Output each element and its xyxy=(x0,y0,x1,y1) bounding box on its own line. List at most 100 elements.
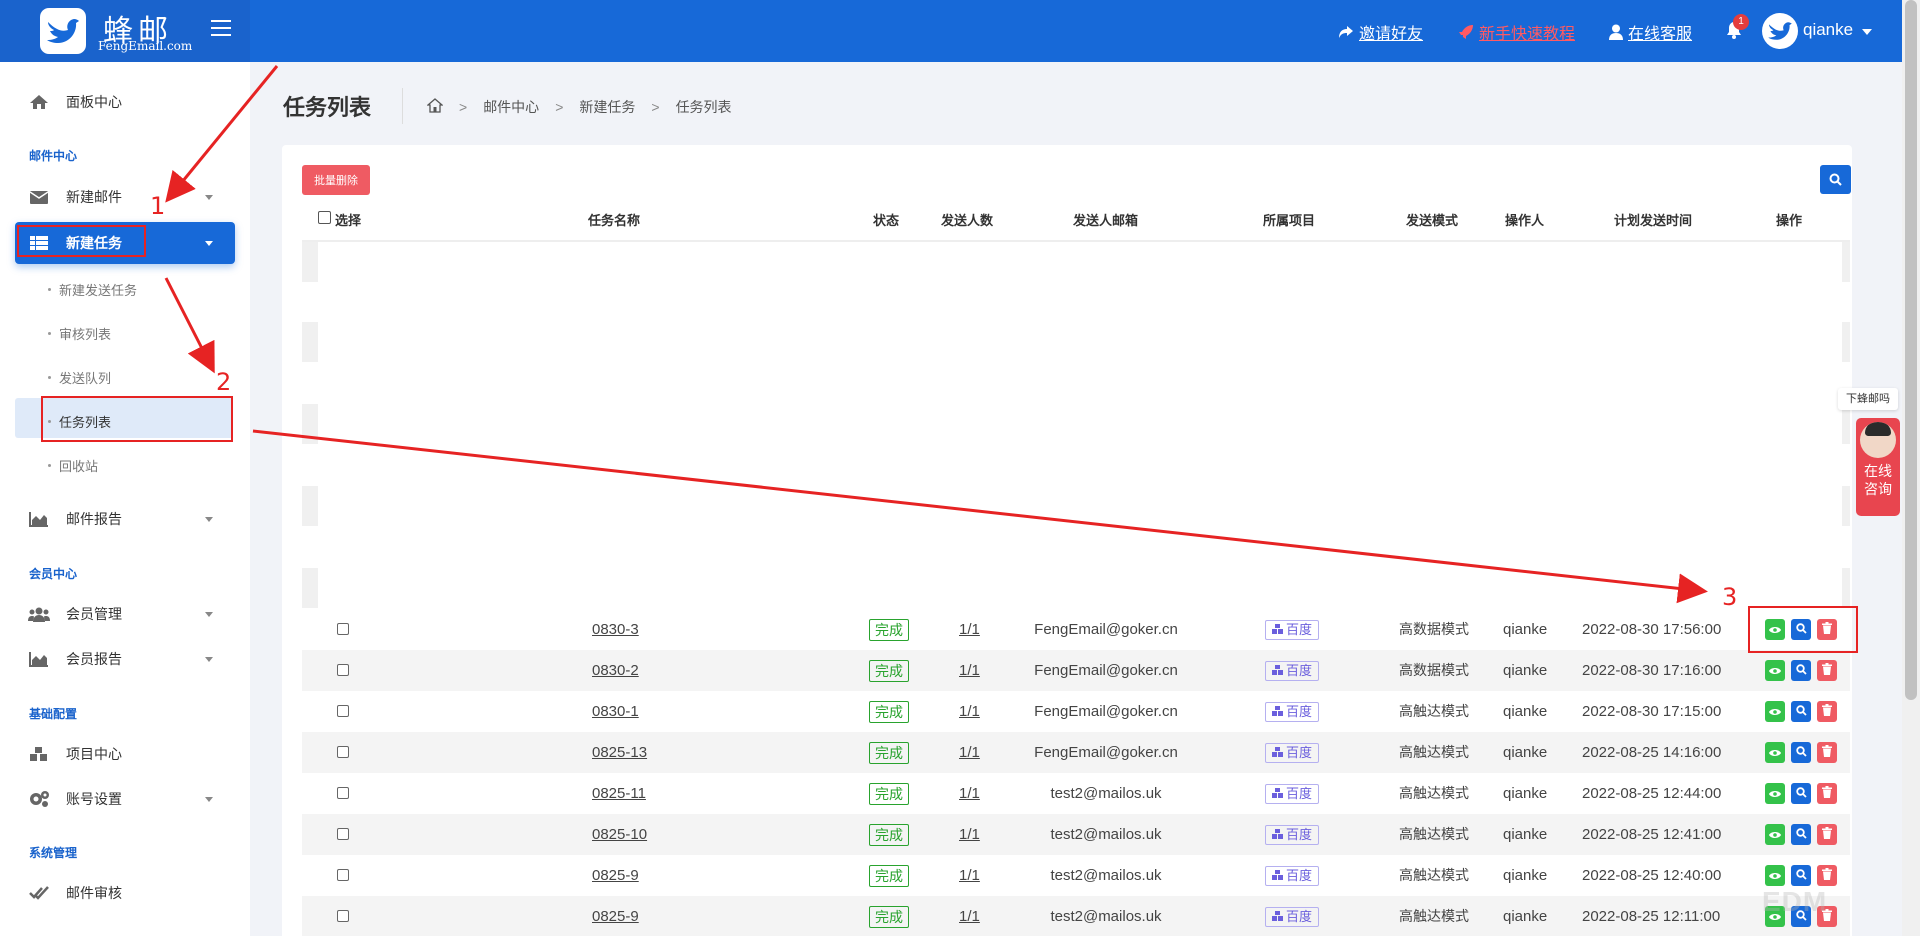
notification-badge: 1 xyxy=(1733,14,1749,30)
annotation-box-task-list xyxy=(41,396,233,442)
detail-button[interactable] xyxy=(1791,701,1811,722)
delete-button[interactable] xyxy=(1817,660,1837,681)
chevron-down-icon xyxy=(205,194,213,200)
send-count-link[interactable]: 1/1 xyxy=(959,732,980,773)
task-name-link[interactable]: 0825-13 xyxy=(592,732,647,773)
trash-icon xyxy=(1822,662,1832,680)
view-button[interactable] xyxy=(1765,742,1785,763)
view-button[interactable] xyxy=(1765,660,1785,681)
column-header-actions: 操作 xyxy=(1776,213,1803,228)
cubes-icon xyxy=(1271,662,1284,680)
title-divider xyxy=(402,88,403,124)
row-checkbox[interactable] xyxy=(337,623,349,635)
delete-button[interactable] xyxy=(1817,742,1837,763)
tutorial-link[interactable]: 新手快速教程 xyxy=(1458,20,1575,44)
annotation-box-actions xyxy=(1748,606,1858,653)
search-button[interactable] xyxy=(1820,165,1851,194)
menu-toggle-icon[interactable] xyxy=(211,20,231,38)
send-mode: 高触达模式 xyxy=(1399,744,1469,760)
chevron-right-icon: > xyxy=(555,99,564,115)
view-button[interactable] xyxy=(1765,783,1785,804)
avatar[interactable] xyxy=(1762,13,1798,49)
detail-button[interactable] xyxy=(1791,824,1811,845)
sidebar-item-member-manage[interactable]: 会员管理 xyxy=(0,594,250,634)
delete-button[interactable] xyxy=(1817,865,1837,886)
operator: qianke xyxy=(1503,908,1548,925)
scrollbar-thumb[interactable] xyxy=(1905,0,1917,700)
sidebar-item-dashboard[interactable]: 面板中心 xyxy=(0,82,250,122)
breadcrumb-item[interactable]: 邮件中心 xyxy=(483,97,539,117)
sidebar-subitem-new-send-task[interactable]: 新建发送任务 xyxy=(48,280,137,299)
sidebar-item-mail-review[interactable]: 邮件审核 xyxy=(0,873,250,913)
sidebar-item-member-report[interactable]: 会员报告 xyxy=(0,639,250,679)
send-count-link[interactable]: 1/1 xyxy=(959,814,980,855)
username[interactable]: qianke xyxy=(1803,20,1853,40)
chevron-right-icon: > xyxy=(651,99,660,115)
chevron-down-icon xyxy=(205,656,213,662)
table-row: 0830-3 完成 1/1 FengEmail@goker.cn 百度 高数据模式 qian… xyxy=(302,609,1850,650)
detail-button[interactable] xyxy=(1791,783,1811,804)
watermark: EDM xyxy=(1762,886,1828,917)
send-count-link[interactable]: 1/1 xyxy=(959,609,980,650)
page-scrollbar[interactable] xyxy=(1902,0,1920,936)
detail-button[interactable] xyxy=(1791,865,1811,886)
row-checkbox[interactable] xyxy=(337,787,349,799)
task-name-link[interactable]: 0825-10 xyxy=(592,814,647,855)
row-checkbox[interactable] xyxy=(337,869,349,881)
sidebar-section-member: 会员中心 xyxy=(29,567,78,581)
home-icon[interactable] xyxy=(426,98,444,116)
sidebar-subitem-recycle-bin[interactable]: 回收站 xyxy=(48,456,98,475)
task-name-link[interactable]: 0830-3 xyxy=(592,609,639,650)
online-consult-button[interactable]: 在线咨询 xyxy=(1856,418,1900,516)
sidebar-subitem-review-list[interactable]: 审核列表 xyxy=(48,324,111,343)
delete-button[interactable] xyxy=(1817,783,1837,804)
cubes-icon xyxy=(1271,867,1284,885)
column-header-schedule-time: 计划发送时间 xyxy=(1614,213,1693,228)
sidebar-item-project-center[interactable]: 项目中心 xyxy=(0,734,250,774)
send-count-link[interactable]: 1/1 xyxy=(959,773,980,814)
eye-icon xyxy=(1769,744,1781,762)
row-checkbox[interactable] xyxy=(337,664,349,676)
task-name-link[interactable]: 0830-1 xyxy=(592,691,639,732)
service-link[interactable]: 在线客服 xyxy=(1609,20,1692,44)
column-header-status: 状态 xyxy=(873,213,900,228)
delete-button[interactable] xyxy=(1817,701,1837,722)
send-count-link[interactable]: 1/1 xyxy=(959,855,980,896)
detail-button[interactable] xyxy=(1791,660,1811,681)
view-button[interactable] xyxy=(1765,701,1785,722)
send-count-link[interactable]: 1/1 xyxy=(959,896,980,936)
schedule-time: 2022-08-25 12:41:00 xyxy=(1582,826,1722,843)
task-name-link[interactable]: 0825-9 xyxy=(592,896,639,936)
sidebar-item-account-settings[interactable]: 账号设置 xyxy=(0,779,250,819)
user-icon xyxy=(1609,24,1623,40)
sidebar-subitem-send-queue[interactable]: 发送队列 xyxy=(48,368,111,387)
batch-delete-button[interactable]: 批量删除 xyxy=(302,165,370,195)
view-button[interactable] xyxy=(1765,865,1785,886)
float-question-bubble[interactable]: 下蜂邮吗 xyxy=(1838,388,1898,410)
select-all-checkbox[interactable] xyxy=(318,211,331,224)
top-header: 蜂邮 FengEmail.com 邀请好友 新手快速教程 在线客服 1 qian… xyxy=(0,0,1902,62)
trash-icon xyxy=(1822,703,1832,721)
task-name-link[interactable]: 0825-9 xyxy=(592,855,639,896)
breadcrumb-item[interactable]: 新建任务 xyxy=(579,97,635,117)
search-icon xyxy=(1795,703,1807,721)
detail-button[interactable] xyxy=(1791,742,1811,763)
row-checkbox[interactable] xyxy=(337,705,349,717)
task-name-link[interactable]: 0830-2 xyxy=(592,650,639,691)
sidebar-section-base: 基础配置 xyxy=(29,707,78,721)
user-menu-chevron-down-icon[interactable] xyxy=(1862,29,1872,35)
task-name-link[interactable]: 0825-11 xyxy=(592,773,646,814)
project-badge: 百度 xyxy=(1265,784,1319,804)
sidebar-item-new-mail[interactable]: 新建邮件 xyxy=(0,177,250,217)
row-checkbox[interactable] xyxy=(337,746,349,758)
delete-button[interactable] xyxy=(1817,824,1837,845)
view-button[interactable] xyxy=(1765,824,1785,845)
sidebar-item-mail-report[interactable]: 邮件报告 xyxy=(0,499,250,539)
invite-link[interactable]: 邀请好友 xyxy=(1338,20,1423,44)
row-checkbox[interactable] xyxy=(337,910,349,922)
send-count-link[interactable]: 1/1 xyxy=(959,650,980,691)
status-badge: 完成 xyxy=(869,865,909,887)
row-checkbox[interactable] xyxy=(337,828,349,840)
cubes-icon xyxy=(1271,908,1284,926)
send-count-link[interactable]: 1/1 xyxy=(959,691,980,732)
